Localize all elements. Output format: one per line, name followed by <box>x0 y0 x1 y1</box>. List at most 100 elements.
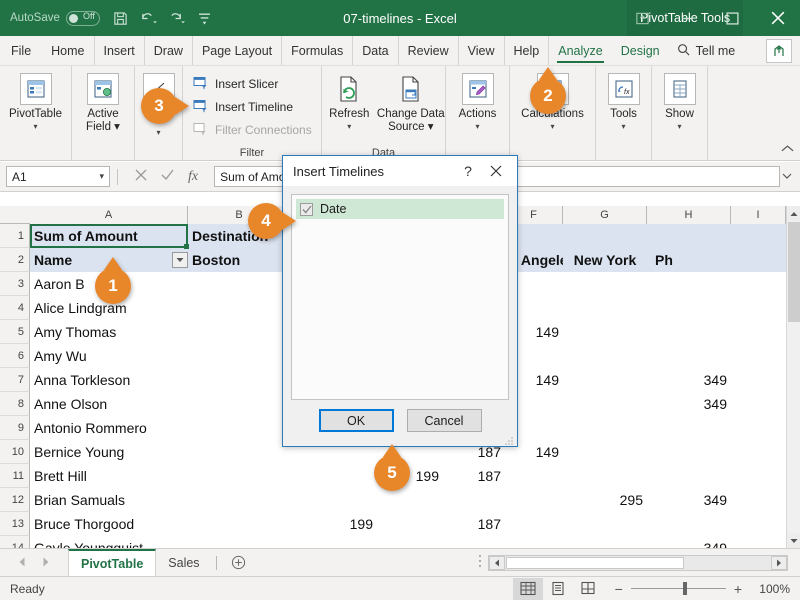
cell-a12[interactable]: Brian Samuals <box>30 488 188 512</box>
horizontal-scroll-thumb[interactable] <box>506 556 684 569</box>
insert-function-fx-icon[interactable]: fx <box>188 169 198 185</box>
nav-next-arrow-icon[interactable] <box>42 556 50 570</box>
refresh-caret[interactable]: ▾ <box>347 122 351 131</box>
show-caret[interactable]: ▾ <box>677 122 681 131</box>
tools-button[interactable]: fx Tools ▾ <box>596 66 651 131</box>
sheet-bar-resize-handle[interactable] <box>478 554 488 571</box>
zoom-slider[interactable] <box>630 582 726 595</box>
cell-h2[interactable]: Ph <box>647 248 786 272</box>
scroll-up-arrow-icon[interactable] <box>787 206 800 221</box>
row-header-13[interactable]: 13 <box>0 512 30 536</box>
cell-e13[interactable]: 187 <box>443 512 505 536</box>
tab-file[interactable]: File <box>0 36 42 65</box>
vertical-scrollbar[interactable] <box>786 206 800 548</box>
scroll-down-arrow-icon[interactable] <box>787 533 800 548</box>
cell-a14[interactable]: Gayle Youngquist <box>30 536 188 548</box>
tab-formulas[interactable]: Formulas <box>282 36 354 65</box>
hscroll-left-arrow-icon[interactable] <box>489 555 505 570</box>
zoom-slider-thumb[interactable] <box>682 582 687 595</box>
cell-a5[interactable]: Amy Thomas <box>30 320 188 344</box>
tools-caret[interactable]: ▾ <box>621 122 625 131</box>
cell-a11[interactable]: Brett Hill <box>30 464 188 488</box>
autosave-switch[interactable]: Off <box>65 10 100 26</box>
row-header-2[interactable]: 2 <box>0 248 30 272</box>
cancel-button[interactable]: Cancel <box>406 409 482 432</box>
horizontal-scrollbar[interactable] <box>488 554 788 571</box>
help-icon[interactable]: ? <box>455 157 481 185</box>
normal-view-icon[interactable] <box>512 577 543 600</box>
tab-help[interactable]: Help <box>505 36 550 65</box>
nav-prev-arrow-icon[interactable] <box>18 556 26 570</box>
cell-h14[interactable]: 349 <box>647 536 731 548</box>
row-header-9[interactable]: 9 <box>0 416 30 440</box>
column-header-h[interactable]: H <box>647 206 731 224</box>
actions-caret[interactable]: ▾ <box>475 122 479 131</box>
row-header-10[interactable]: 10 <box>0 440 30 464</box>
cell-g12[interactable]: 295 <box>563 488 647 512</box>
cell-e11[interactable]: 187 <box>443 464 505 488</box>
page-break-preview-icon[interactable] <box>573 578 603 600</box>
filter-connections-button[interactable]: Filter Connections <box>188 118 316 141</box>
row-header-14[interactable]: 14 <box>0 536 30 548</box>
cell-d13[interactable]: 199 <box>291 512 377 536</box>
row-header-3[interactable]: 3 <box>0 272 30 296</box>
refresh-button[interactable]: Refresh ▾ <box>322 66 377 131</box>
column-header-a[interactable]: A <box>30 206 188 224</box>
row-header-7[interactable]: 7 <box>0 368 30 392</box>
cancel-x-icon[interactable] <box>135 169 147 184</box>
zoom-control[interactable]: − + 100% <box>615 581 790 597</box>
chevron-down-icon-formula[interactable] <box>780 173 794 180</box>
tab-data[interactable]: Data <box>353 36 399 65</box>
ok-button[interactable]: OK <box>318 409 394 432</box>
add-sheet-button[interactable] <box>231 555 246 570</box>
enter-check-icon[interactable] <box>161 169 174 184</box>
redo-icon[interactable] <box>164 5 190 31</box>
zoom-value[interactable]: 100% <box>750 582 790 596</box>
dialog-resize-grip[interactable] <box>505 434 514 445</box>
field-item-date[interactable]: Date <box>296 199 504 219</box>
tab-page-layout[interactable]: Page Layout <box>193 36 283 65</box>
column-header-g[interactable]: G <box>563 206 647 224</box>
undo-icon[interactable] <box>136 5 162 31</box>
filter-dropdown-button-a2[interactable] <box>172 252 188 268</box>
zoom-out-button[interactable]: − <box>615 581 623 597</box>
row-header-12[interactable]: 12 <box>0 488 30 512</box>
sheet-nav-arrows[interactable] <box>0 556 68 570</box>
tab-design[interactable]: Design <box>612 36 669 65</box>
chevron-down-icon[interactable]: ▾ <box>99 171 104 182</box>
pivottable-caret[interactable]: ▾ <box>33 122 37 131</box>
cell-a7[interactable]: Anna Torkleson <box>30 368 188 392</box>
cell-a8[interactable]: Anne Olson <box>30 392 188 416</box>
cell-h7[interactable]: 349 <box>647 368 731 392</box>
actions-button[interactable]: Actions ▾ <box>446 66 509 131</box>
hscroll-right-arrow-icon[interactable] <box>771 555 787 570</box>
row-header-6[interactable]: 6 <box>0 344 30 368</box>
chevron-up-icon[interactable] <box>781 144 794 156</box>
tab-insert[interactable]: Insert <box>95 36 145 65</box>
tab-analyze[interactable]: Analyze <box>549 36 611 65</box>
cell-a13[interactable]: Bruce Thorgood <box>30 512 188 536</box>
pivottable-button[interactable]: PivotTable ▾ <box>0 66 71 131</box>
sheet-tab-sales[interactable]: Sales <box>156 549 211 576</box>
save-icon[interactable] <box>108 5 134 31</box>
row-header-8[interactable]: 8 <box>0 392 30 416</box>
tab-home[interactable]: Home <box>42 36 95 65</box>
cell-a10[interactable]: Bernice Young <box>30 440 188 464</box>
maximize-icon[interactable] <box>710 0 755 36</box>
row-header-4[interactable]: 4 <box>0 296 30 320</box>
timeline-field-list[interactable]: Date <box>291 194 509 400</box>
page-layout-view-icon[interactable] <box>543 578 573 600</box>
share-button[interactable] <box>766 39 792 63</box>
tell-me-box[interactable]: Tell me <box>669 36 744 65</box>
calculations-caret[interactable]: ▾ <box>550 122 554 131</box>
tab-review[interactable]: Review <box>399 36 459 65</box>
tab-draw[interactable]: Draw <box>145 36 193 65</box>
row-header-11[interactable]: 11 <box>0 464 30 488</box>
name-box[interactable]: A1 ▾ <box>6 166 110 187</box>
column-header-i[interactable]: I <box>731 206 786 224</box>
ribbon-display-options-icon[interactable] <box>620 0 665 36</box>
active-field-button[interactable]: Active Field ▾ <box>72 66 134 133</box>
row-header-1[interactable]: 1 <box>0 224 30 248</box>
cell-a6[interactable]: Amy Wu <box>30 344 188 368</box>
minimize-icon[interactable] <box>665 0 710 36</box>
